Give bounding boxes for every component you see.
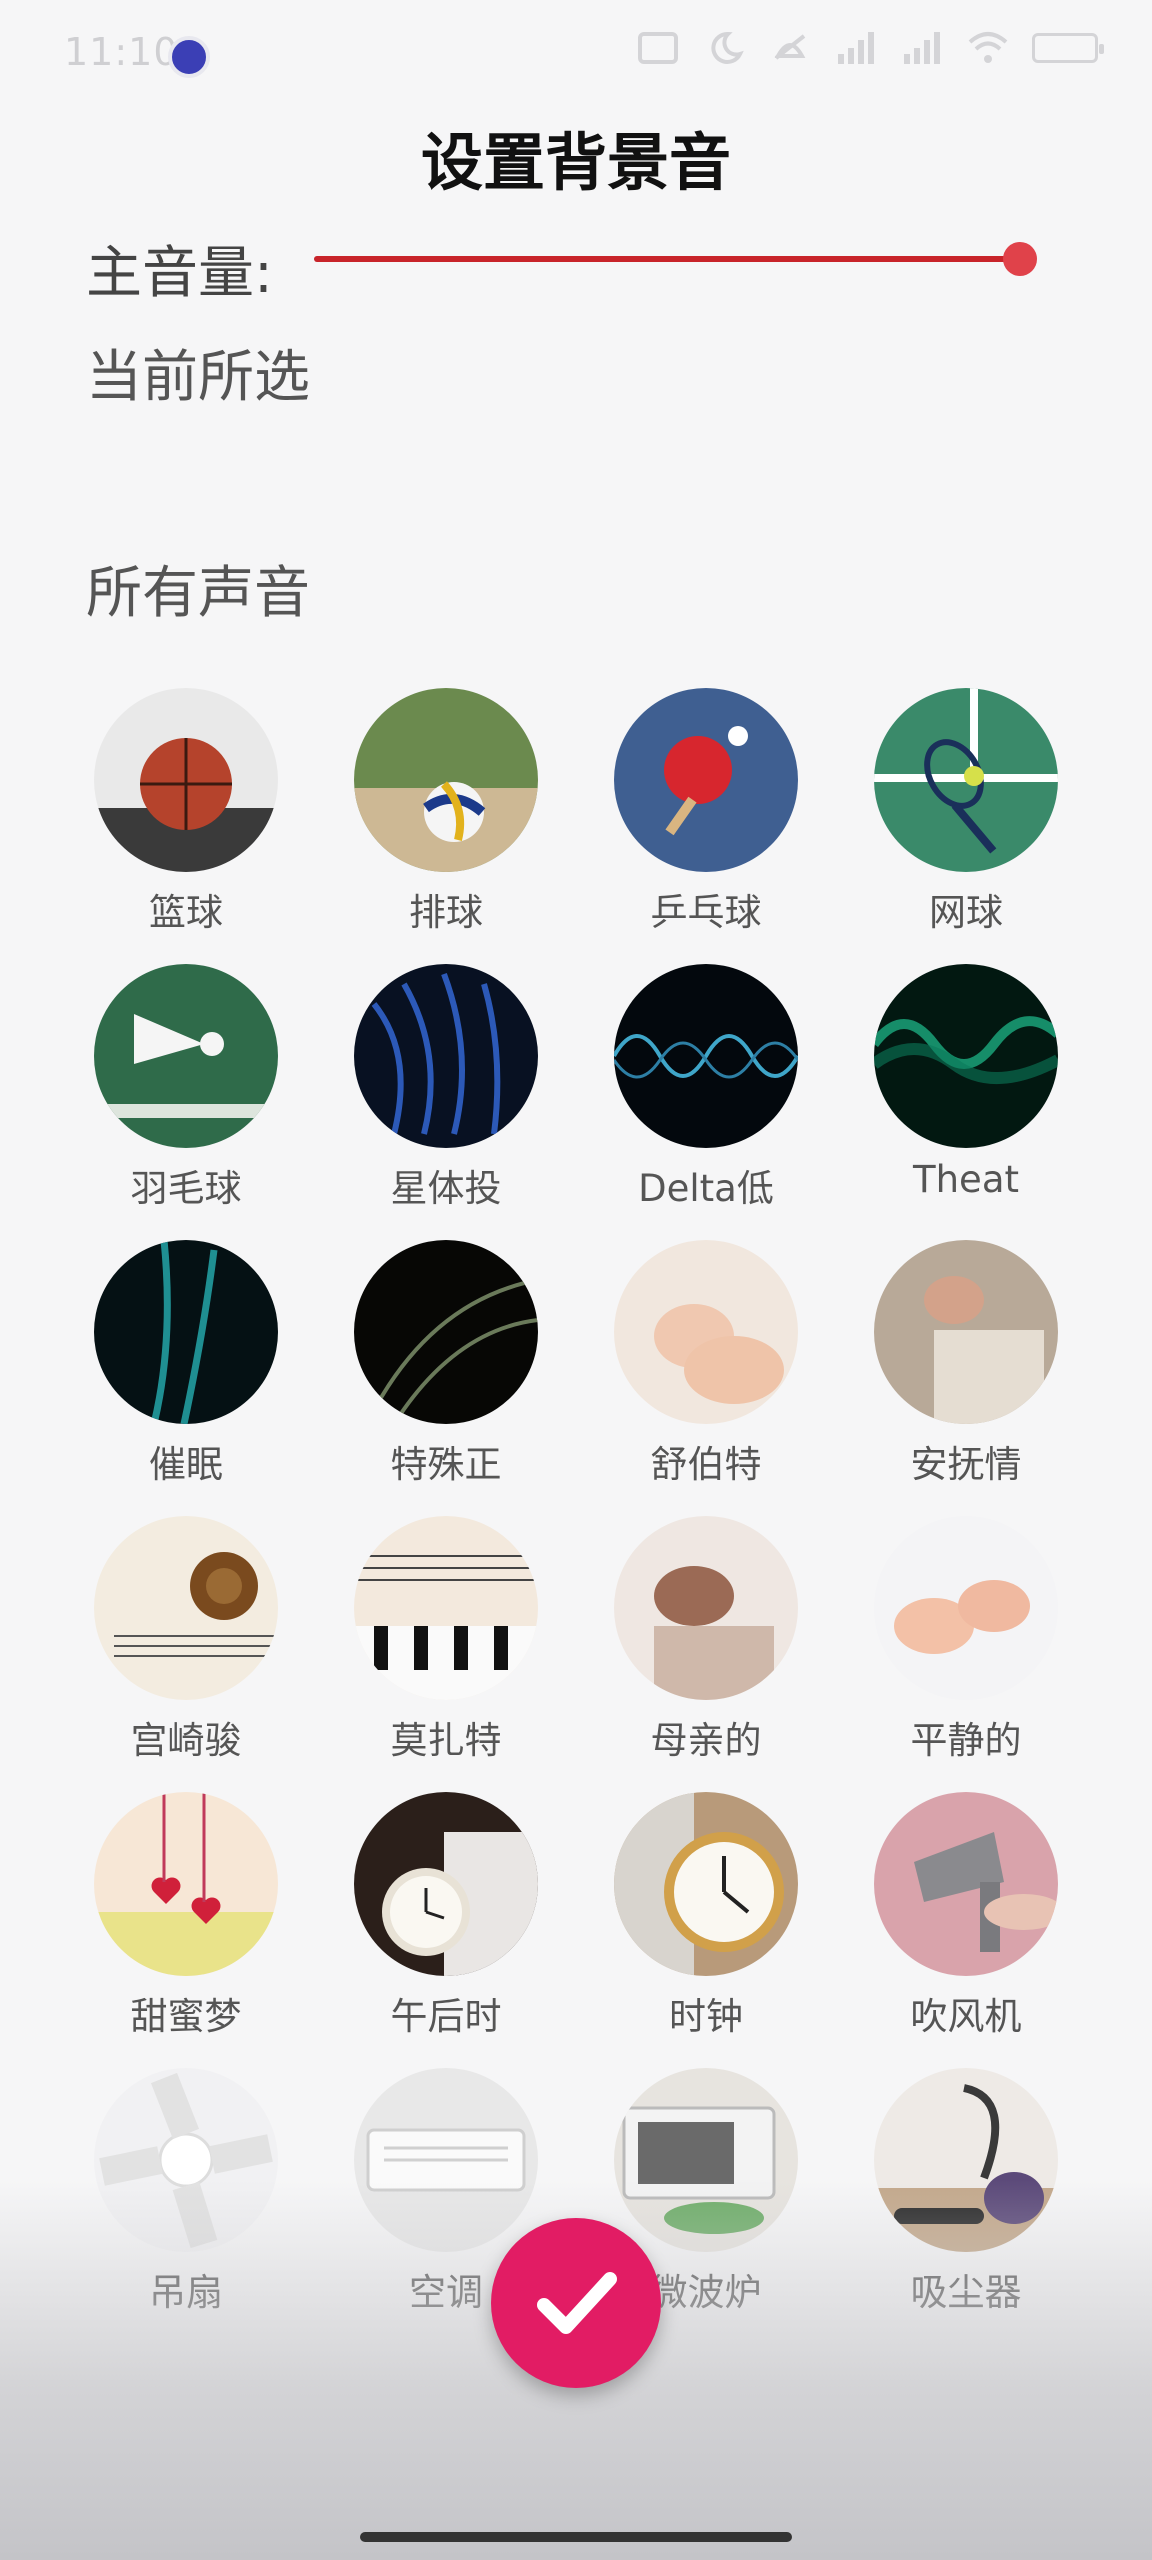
sound-label: 时钟	[669, 1995, 743, 2038]
moon-icon	[711, 31, 744, 64]
sound-label: 母亲的	[650, 1719, 762, 1762]
sound-label: 安抚情	[910, 1443, 1022, 1486]
sound-item[interactable]: 莫扎特	[316, 1516, 576, 1764]
all-sounds-label: 所有声音	[86, 561, 310, 626]
special-wave-icon[interactable]	[354, 1240, 538, 1424]
sound-item[interactable]: 乒乓球	[576, 688, 836, 936]
sound-label: 平静的	[910, 1719, 1022, 1762]
sound-item[interactable]: 平静的	[836, 1516, 1096, 1764]
hd-icon	[638, 32, 678, 64]
sleeping-baby-icon[interactable]	[614, 1240, 798, 1424]
master-volume-slider[interactable]	[314, 242, 1037, 276]
sound-item[interactable]: 催眠	[56, 1240, 316, 1488]
tennis-icon[interactable]	[874, 688, 1058, 872]
sound-label: 催眠	[149, 1443, 223, 1486]
sound-item[interactable]: 午后时	[316, 1792, 576, 2040]
astral-waves-icon[interactable]	[354, 964, 538, 1148]
sound-label: 吹风机	[910, 1995, 1022, 2038]
page-title: 设置背景音	[420, 126, 731, 199]
violin-sheet-icon[interactable]	[94, 1516, 278, 1700]
vacuum-cleaner-icon[interactable]	[874, 2068, 1058, 2252]
sound-label: 午后时	[390, 1995, 502, 2038]
sound-label: 羽毛球	[130, 1167, 242, 1210]
signal-icon	[838, 32, 874, 64]
sound-item[interactable]: 排球	[316, 688, 576, 936]
theta-wave-icon[interactable]	[874, 964, 1058, 1148]
delta-wave-icon[interactable]	[614, 964, 798, 1148]
sound-item[interactable]: 舒伯特	[576, 1240, 836, 1488]
sound-item[interactable]: Delta低	[576, 964, 836, 1212]
battery-icon	[1032, 33, 1104, 63]
sound-item[interactable]: 吹风机	[836, 1792, 1096, 2040]
baby-hands-icon[interactable]	[874, 1516, 1058, 1700]
status-bar: 11:10	[0, 0, 1152, 110]
signal-icon-2	[904, 32, 940, 64]
mother-cradle-icon[interactable]	[614, 1516, 798, 1700]
sound-label: Theat	[913, 1158, 1019, 1201]
sound-label: 网球	[929, 891, 1003, 934]
sound-label: 吊扇	[149, 2271, 223, 2314]
master-volume-label: 主音量:	[86, 241, 273, 306]
mute-icon	[774, 34, 806, 60]
basketball-icon[interactable]	[94, 688, 278, 872]
mother-baby-icon[interactable]	[874, 1240, 1058, 1424]
sound-label: Delta低	[638, 1167, 774, 1210]
confirm-button[interactable]	[491, 2218, 661, 2388]
volleyball-icon[interactable]	[354, 688, 538, 872]
table-tennis-icon[interactable]	[614, 688, 798, 872]
sound-label: 特殊正	[390, 1443, 502, 1486]
sound-label: 宫崎骏	[130, 1719, 242, 1762]
hair-dryer-icon[interactable]	[874, 1792, 1058, 1976]
sound-label: 乒乓球	[650, 891, 762, 934]
sound-label: 篮球	[149, 891, 223, 934]
current-selection-label: 当前所选	[86, 345, 310, 410]
status-time: 11:10	[64, 30, 179, 74]
alarm-bed-icon[interactable]	[354, 1792, 538, 1976]
home-indicator	[360, 2532, 792, 2542]
sound-item[interactable]: 时钟	[576, 1792, 836, 2040]
sound-label: 吸尘器	[910, 2271, 1022, 2314]
volume-fill	[314, 256, 1020, 262]
sound-label: 舒伯特	[650, 1443, 762, 1486]
sound-label: 排球	[409, 891, 483, 934]
alarm-clock-icon[interactable]	[614, 1792, 798, 1976]
sound-item[interactable]: 甜蜜梦	[56, 1792, 316, 2040]
piano-sheet-icon[interactable]	[354, 1516, 538, 1700]
hypnosis-icon[interactable]	[94, 1240, 278, 1424]
hearts-charm-icon[interactable]	[94, 1792, 278, 1976]
sound-item[interactable]: 羽毛球	[56, 964, 316, 1212]
sound-label: 星体投	[390, 1167, 502, 1210]
sound-item[interactable]: 宫崎骏	[56, 1516, 316, 1764]
badminton-icon[interactable]	[94, 964, 278, 1148]
sound-item[interactable]: 吸尘器	[836, 2068, 1096, 2316]
sound-item[interactable]: 母亲的	[576, 1516, 836, 1764]
sound-item[interactable]: 特殊正	[316, 1240, 576, 1488]
microwave-icon[interactable]	[614, 2068, 798, 2252]
sound-label: 莫扎特	[390, 1719, 502, 1762]
wifi-icon	[968, 32, 1008, 63]
sound-item[interactable]: 吊扇	[56, 2068, 316, 2316]
volume-thumb[interactable]	[1003, 242, 1037, 276]
sound-item[interactable]: 篮球	[56, 688, 316, 936]
sound-item[interactable]: 网球	[836, 688, 1096, 936]
status-icons	[636, 30, 1104, 66]
sound-item[interactable]: Theat	[836, 964, 1096, 1201]
app-notification-icon	[168, 36, 210, 78]
air-conditioner-icon[interactable]	[354, 2068, 538, 2252]
ceiling-fan-icon[interactable]	[94, 2068, 278, 2252]
check-icon	[537, 2272, 617, 2334]
sound-item[interactable]: 星体投	[316, 964, 576, 1212]
sound-label: 甜蜜梦	[130, 1995, 242, 2038]
sound-item[interactable]: 安抚情	[836, 1240, 1096, 1488]
